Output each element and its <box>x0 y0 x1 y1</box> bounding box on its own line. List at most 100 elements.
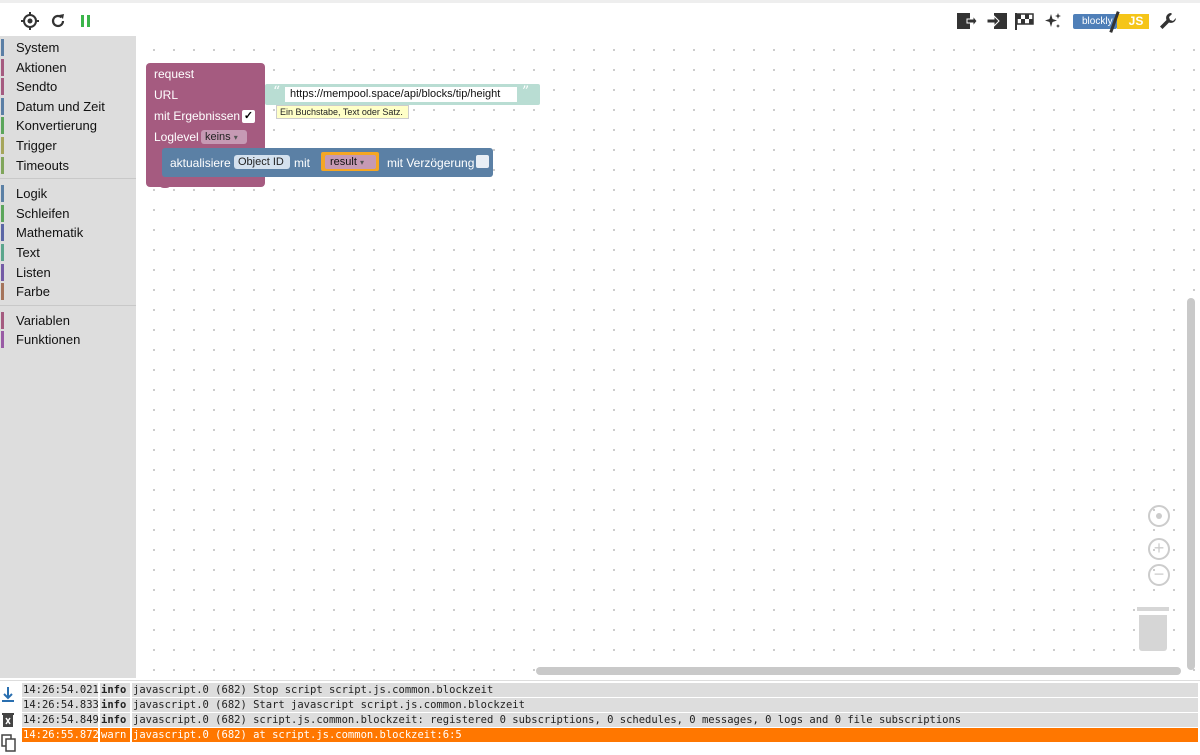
category-color-bar <box>1 263 4 281</box>
toolbox-sidebar: System Aktionen Sendto Datum und Zeit Konver… <box>0 36 136 678</box>
category-color-bar <box>1 78 4 96</box>
sidebar-item-farbe[interactable]: Farbe <box>0 282 136 301</box>
results-checkbox[interactable]: ✓ <box>242 110 255 123</box>
sidebar-separator <box>0 304 136 306</box>
log-row: 14:26:54.021 info javascript.0 (682) Stop … <box>22 683 1198 697</box>
sidebar-item-sendto[interactable]: Sendto <box>0 77 136 96</box>
clear-log-icon[interactable] <box>1 712 17 728</box>
category-color-bar <box>1 185 4 203</box>
category-color-bar <box>1 97 4 115</box>
log-time: 14:26:54.849 <box>22 713 99 727</box>
log-level: warn <box>100 728 130 742</box>
sparkle-icon[interactable] <box>1041 9 1065 33</box>
app: blockly JS System Aktionen Sendto Datum und… <box>0 0 1200 755</box>
sidebar-item-label: Aktionen <box>16 59 67 75</box>
sidebar-item-label: Text <box>16 245 40 260</box>
delay-checkbox[interactable] <box>476 155 489 168</box>
update-label: aktualisiere <box>170 156 231 170</box>
zoom-in-icon[interactable]: + <box>1148 538 1170 560</box>
log-time: 14:26:55.872 <box>22 728 99 742</box>
pause-icon[interactable] <box>74 9 98 33</box>
text-block-tooltip: Ein Buchstabe, Text oder Satz. <box>276 105 409 119</box>
close-quote-icon: ” <box>522 84 530 100</box>
horizontal-scrollbar[interactable] <box>536 667 1181 675</box>
log-row: 14:26:55.872 warn javascript.0 (682) at sc… <box>22 728 1198 742</box>
sidebar-item-label: Variablen <box>16 312 70 328</box>
sidebar-item-mathematik[interactable]: Mathematik <box>0 223 136 242</box>
loglevel-dropdown[interactable]: keins ▾ <box>201 130 247 144</box>
import-icon[interactable] <box>985 9 1009 33</box>
variable-result-dropdown[interactable]: result ▾ <box>325 155 376 169</box>
sidebar-item-aktionen[interactable]: Aktionen <box>0 58 136 77</box>
sidebar-item-label: Mathematik <box>16 225 84 241</box>
category-color-bar <box>1 137 4 154</box>
sidebar-item-konvertierung[interactable]: Konvertierung <box>0 116 136 135</box>
category-color-bar <box>1 117 4 135</box>
log-time: 14:26:54.021 <box>22 683 99 697</box>
recenter-icon[interactable] <box>1148 505 1170 527</box>
log-message: javascript.0 (682) script.js.common.bloc… <box>132 713 1198 727</box>
blockly-js-badge[interactable]: blockly JS <box>1073 11 1150 33</box>
sidebar-item-label: Trigger <box>16 138 57 153</box>
log-message: javascript.0 (682) Stop script script.js… <box>132 683 1198 697</box>
category-color-bar <box>1 224 4 242</box>
category-color-bar <box>1 156 4 174</box>
category-color-bar <box>1 244 4 261</box>
log-level: info <box>100 713 130 727</box>
sidebar-item-label: Timeouts <box>16 157 69 173</box>
chevron-down-icon: ▾ <box>233 133 238 142</box>
export-icon[interactable] <box>955 9 979 33</box>
sidebar-separator <box>0 178 136 180</box>
toolbar: blockly JS <box>0 0 1200 36</box>
sidebar-item-label: Datum und Zeit <box>16 98 105 114</box>
delay-label: mit Verzögerung <box>387 156 475 170</box>
wrench-icon[interactable] <box>1156 9 1180 33</box>
log-message: javascript.0 (682) Start javascript scri… <box>132 698 1198 712</box>
sidebar-item-label: System <box>16 40 60 55</box>
category-color-bar <box>1 204 4 222</box>
sidebar-item-datum-und-zeit[interactable]: Datum und Zeit <box>0 97 136 116</box>
variable-result-label: result <box>330 156 357 168</box>
badge-js-label: JS <box>1117 14 1149 29</box>
log-level: info <box>100 698 130 712</box>
sidebar-item-timeouts[interactable]: Timeouts <box>0 156 136 175</box>
scroll-down-icon[interactable] <box>1 686 17 702</box>
sidebar-item-label: Schleifen <box>16 205 70 221</box>
sidebar-item-variablen[interactable]: Variablen <box>0 311 136 330</box>
flag-icon[interactable] <box>1013 9 1037 33</box>
copy-icon[interactable] <box>1 734 17 752</box>
log-message: javascript.0 (682) at script.js.common.b… <box>132 728 1198 742</box>
url-label: URL <box>154 88 179 102</box>
sidebar-item-logik[interactable]: Logik <box>0 184 136 203</box>
request-block-title: request <box>154 67 195 81</box>
sidebar-item-label: Listen <box>16 264 51 280</box>
sidebar-item-label: Sendto <box>16 79 58 95</box>
sidebar-item-schleifen[interactable]: Schleifen <box>0 204 136 223</box>
sidebar-item-listen[interactable]: Listen <box>0 263 136 282</box>
category-color-bar <box>1 311 4 329</box>
trash-icon[interactable] <box>1137 607 1169 651</box>
vertical-scrollbar[interactable] <box>1187 298 1195 670</box>
object-id-selector[interactable]: Object ID <box>234 155 290 169</box>
loglevel-value: keins <box>205 131 231 143</box>
locate-icon[interactable] <box>18 9 42 33</box>
sidebar-item-label: Logik <box>16 186 48 202</box>
sidebar-item-funktionen[interactable]: Funktionen <box>0 330 136 349</box>
sidebar-item-system[interactable]: System <box>0 38 136 57</box>
sidebar-item-trigger[interactable]: Trigger <box>0 136 136 155</box>
sidebar-item-text[interactable]: Text <box>0 243 136 262</box>
sidebar-item-label: Farbe <box>16 284 50 300</box>
category-color-bar <box>1 283 4 301</box>
sidebar-item-label: Funktionen <box>16 332 81 348</box>
log-row: 14:26:54.849 info javascript.0 (682) scrip… <box>22 713 1198 727</box>
log-level: info <box>100 683 130 697</box>
loglevel-label: Loglevel <box>154 130 199 144</box>
category-color-bar <box>1 58 4 76</box>
category-color-bar <box>1 39 4 56</box>
reload-icon[interactable] <box>46 9 70 33</box>
url-string-input[interactable]: https://mempool.space/api/blocks/tip/hei… <box>285 87 517 102</box>
results-label: mit Ergebnissen <box>154 109 241 123</box>
zoom-out-icon[interactable]: − <box>1148 564 1170 586</box>
with-label: mit <box>294 156 310 170</box>
blockly-workspace[interactable] <box>136 36 1200 678</box>
